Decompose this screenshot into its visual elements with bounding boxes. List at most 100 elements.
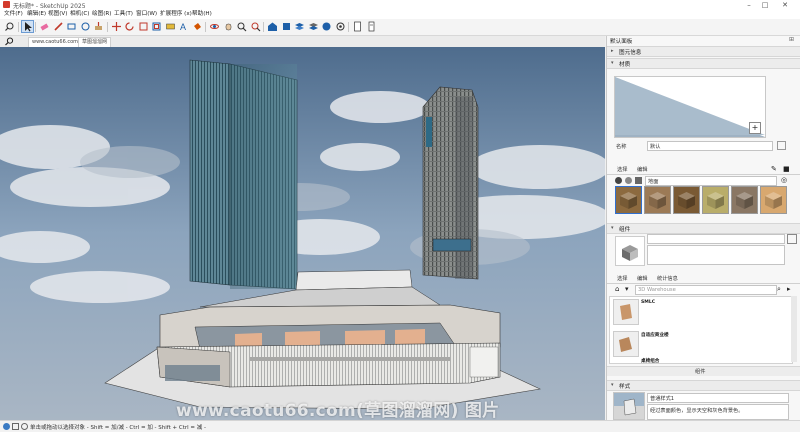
window-title: 无标题* - SketchUp 2025 (13, 3, 86, 10)
styles-header[interactable]: ▾ 样式 (607, 380, 800, 391)
offset-icon[interactable] (151, 21, 162, 32)
eyedropper-icon[interactable]: ✎ (771, 165, 777, 173)
material-name-input[interactable]: 默认 (647, 141, 773, 151)
circle-icon[interactable] (80, 21, 91, 32)
menu-view[interactable]: 视图(V) (48, 10, 67, 19)
house-icon[interactable]: ⌂ (615, 285, 619, 293)
rotate-icon[interactable] (124, 21, 135, 32)
zoom-extents-icon[interactable] (250, 21, 261, 32)
tab-select[interactable]: 选择 (617, 166, 627, 173)
pencil-icon[interactable] (53, 21, 64, 32)
style-name-input[interactable]: 普通样式1 (647, 393, 789, 403)
menu-file[interactable]: 文件(F) (4, 10, 23, 19)
tape-measure-icon[interactable] (165, 21, 176, 32)
tab-edit-components[interactable]: 编辑 (637, 275, 647, 282)
menu-camera[interactable]: 相机(C) (70, 10, 89, 19)
details-arrow-icon[interactable]: ▸ (787, 285, 791, 293)
style-thumbnail (613, 392, 645, 420)
select-arrow-icon[interactable] (20, 20, 34, 33)
close-icon[interactable]: ✕ (774, 0, 796, 10)
tab-edit[interactable]: 编辑 (637, 166, 647, 173)
warehouse-icon[interactable] (267, 21, 278, 32)
model-viewport[interactable] (0, 47, 605, 420)
pin-icon[interactable]: ⊞ (789, 36, 794, 43)
sample-paint-icon[interactable] (777, 141, 786, 150)
menu-window[interactable]: 窗口(W) (136, 10, 157, 19)
material-swatch[interactable] (673, 186, 700, 214)
material-swatch-grid (611, 184, 797, 218)
menu-draw[interactable]: 绘图(R) (92, 10, 111, 19)
layers-icon[interactable] (294, 21, 305, 32)
components-header[interactable]: ▾ 组件 (607, 223, 800, 234)
push-pull-icon[interactable] (93, 21, 104, 32)
styles-icon[interactable] (321, 21, 332, 32)
component-preview-icon (615, 236, 645, 266)
info-icon[interactable] (366, 21, 377, 32)
menu-tools[interactable]: 工具(T) (114, 10, 133, 19)
orbit-icon[interactable] (209, 21, 220, 32)
text-icon[interactable]: A (178, 21, 189, 32)
component-list-scrollbar[interactable] (791, 296, 797, 362)
zoom-icon[interactable] (236, 21, 247, 32)
component-details-icon[interactable] (787, 234, 797, 244)
tab-caotu[interactable]: www.caotu66.com (28, 37, 83, 47)
menu-edit[interactable]: 编辑(E) (27, 10, 46, 19)
help-icon[interactable] (21, 423, 28, 430)
home-icon[interactable] (635, 177, 642, 184)
navigation-dropdown-icon[interactable]: ▾ (625, 285, 629, 293)
back-icon[interactable] (615, 177, 622, 184)
status-bar: 单击或拖动以选择对象 - Shift = 加/减 - Ctrl = 加 - Sh… (0, 420, 800, 432)
rectangle-icon[interactable] (66, 21, 77, 32)
expand-arrow-icon: ▸ (611, 48, 614, 54)
toolbar-separator (348, 22, 349, 32)
materials-header[interactable]: ▾ 材质 (607, 58, 800, 69)
tab-row: www.caotu66.com 草图溜溜网 (0, 36, 605, 47)
paint-bucket-icon[interactable] (192, 21, 203, 32)
component-thumb-2[interactable] (613, 331, 639, 357)
scale-icon[interactable] (138, 21, 149, 32)
model-scene[interactable] (0, 47, 605, 420)
toolbar-separator (106, 22, 108, 32)
eraser-icon[interactable] (39, 21, 50, 32)
forward-icon[interactable] (625, 177, 632, 184)
maximize-icon[interactable]: □ (758, 0, 772, 10)
material-swatch[interactable] (760, 186, 787, 214)
details-icon[interactable]: ◎ (781, 176, 787, 184)
entity-info-header[interactable]: ▸ 图元信息 (607, 46, 800, 57)
component-description-input[interactable] (647, 245, 785, 265)
geolocation-icon[interactable] (3, 423, 10, 430)
move-icon[interactable] (111, 21, 122, 32)
material-swatch[interactable] (644, 186, 671, 214)
section-icon[interactable] (308, 21, 319, 32)
material-swatch[interactable] (702, 186, 729, 214)
component-thumb-1[interactable] (613, 299, 639, 325)
toolbar-separator (35, 22, 36, 32)
create-material-icon[interactable]: + (749, 122, 761, 134)
extension-icon[interactable] (281, 21, 292, 32)
component-name-input[interactable] (647, 234, 785, 244)
warehouse-search-input[interactable]: 3D Warehouse (635, 285, 777, 295)
tab-caotu-cn[interactable]: 草图溜溜网 (78, 37, 112, 47)
search-icon[interactable] (4, 37, 14, 46)
search-icon[interactable]: ⌕ (777, 285, 781, 294)
tab-select-components[interactable]: 选择 (617, 275, 627, 282)
document-icon[interactable] (352, 21, 363, 32)
style-description[interactable]: 经过表面颜色，显示天空和灰色背景色。 (647, 404, 789, 420)
pan-icon[interactable] (223, 21, 234, 32)
minimize-icon[interactable]: – (742, 0, 756, 10)
component-name-3[interactable]: 桌椅组合 (641, 358, 659, 364)
component-name-2[interactable]: 自适应商业楼 (641, 332, 669, 338)
sketchup-logo-icon (3, 1, 10, 8)
credits-icon[interactable] (12, 423, 19, 430)
lock-icon[interactable]: ■ (783, 165, 790, 173)
material-swatch[interactable] (615, 186, 642, 214)
menu-extensions[interactable]: 扩展程序 (x) (160, 10, 192, 19)
shadows-icon[interactable] (335, 21, 346, 32)
components-search-row: ⌂ ▾ 3D Warehouse ⌕ ▸ (607, 285, 800, 295)
menu-help[interactable]: 帮助(H) (192, 10, 212, 19)
material-swatch[interactable] (731, 186, 758, 214)
component-list: SMLC 自适应商业楼 桌椅组合 (609, 296, 793, 364)
search-icon[interactable] (4, 21, 15, 32)
tab-statistics[interactable]: 统计信息 (657, 275, 678, 282)
component-name-1[interactable]: SMLC (641, 300, 655, 305)
